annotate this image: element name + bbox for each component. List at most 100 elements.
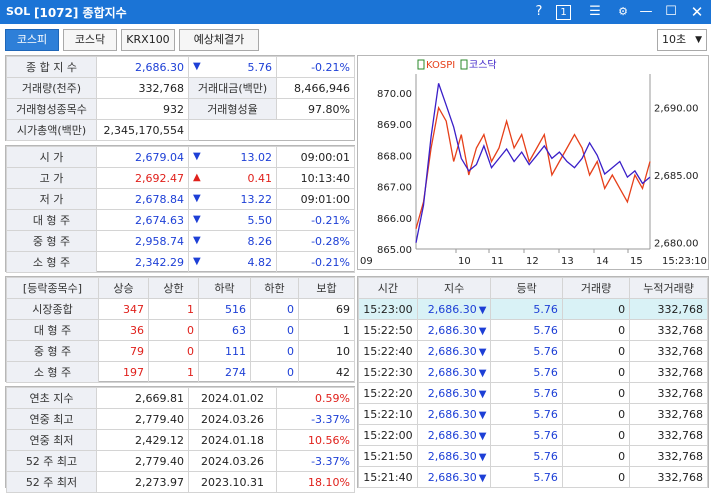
market-cap-label: 시가총액(백만) xyxy=(6,119,97,141)
price-time: 09:01:00 xyxy=(276,188,355,210)
breadth-header: 하락 xyxy=(198,277,251,299)
price-change: ▼ 4.82 xyxy=(188,251,277,273)
intraday-chart[interactable]: 870.00 869.00 868.00 867.00 866.00 865.00 2,69… xyxy=(357,55,709,270)
tick-cell: 5.76 xyxy=(490,361,563,383)
down-triangle-icon: ▼ xyxy=(193,192,201,204)
tick-cell: 0 xyxy=(561,424,631,446)
tick-cell: 15:21:50 xyxy=(358,445,418,467)
legend-swatch-icon xyxy=(417,59,425,70)
price-row: 소 형 주 2,342.29 ▼ 4.82 -0.21% xyxy=(6,251,355,273)
yearly-value: 2,779.40 xyxy=(96,450,189,472)
tick-cell: 332,768 xyxy=(629,445,708,467)
interval-select[interactable]: 10초 ▼ xyxy=(657,29,707,51)
tick-cell: 332,768 xyxy=(629,340,708,362)
down-triangle-icon: ▼ xyxy=(478,472,487,484)
yearly-pct: -3.37% xyxy=(276,408,355,430)
chart-time-label: 15:23:10 xyxy=(662,256,707,267)
price-change: ▼ 8.26 xyxy=(188,230,277,252)
volume-label: 거래량(천주) xyxy=(6,77,97,99)
left-tick-label: 870.00 xyxy=(377,89,412,100)
tick-cell: 15:22:40 xyxy=(358,340,418,362)
traded-issues-label: 거래형성종목수 xyxy=(6,98,97,120)
tick-cell: 15:22:20 xyxy=(358,382,418,404)
tick-index: 2,686.30 xyxy=(427,302,477,316)
breadth-cell: 42 xyxy=(298,361,355,383)
breadth-cell: 0 xyxy=(148,340,199,362)
yearly-date: 2024.03.26 xyxy=(188,408,277,430)
price-value: 2,342.29 xyxy=(96,251,189,273)
minimize-icon[interactable]: — xyxy=(637,3,655,21)
price-row: 저 가 2,678.84 ▼ 13.22 09:01:00 xyxy=(6,188,355,210)
price-label: 시 가 xyxy=(6,146,97,168)
volume-row: 거래량(천주) 332,768 거래대금(백만) 8,466,946 xyxy=(6,77,355,99)
chart-svg: 870.00 869.00 868.00 867.00 866.00 865.00 2,69… xyxy=(360,59,707,267)
change-value: 13.02 xyxy=(240,150,273,164)
breadth-cell: 347 xyxy=(98,298,149,320)
price-time: 09:00:01 xyxy=(276,146,355,168)
yearly-row: 연중 최고 2,779.40 2024.03.26 -3.37% xyxy=(6,408,355,430)
down-triangle-icon: ▼ xyxy=(478,388,487,400)
tick-row[interactable]: 15:22:50 2,686.30 ▼ 5.76 0 332,768 xyxy=(358,319,708,341)
tick-cell: 5.76 xyxy=(490,466,563,488)
tick-cell: 0 xyxy=(561,466,631,488)
tick-cell: 0 xyxy=(561,445,631,467)
settings-icon[interactable]: ⚙ xyxy=(614,3,632,21)
help-icon[interactable]: ? xyxy=(530,3,548,21)
x-tick-label: 15 xyxy=(630,256,643,267)
tab-kosdaq[interactable]: 코스닥 xyxy=(63,29,117,51)
price-pct: -0.28% xyxy=(276,230,355,252)
tick-cell: 5.76 xyxy=(490,424,563,446)
tick-row[interactable]: 15:23:00 2,686.30 ▼ 5.76 0 332,768 xyxy=(358,298,708,320)
price-change: ▼ 13.02 xyxy=(188,146,277,168)
tab-expected-price[interactable]: 예상체결가 xyxy=(179,29,259,51)
price-time: 10:13:40 xyxy=(276,167,355,189)
price-label: 대 형 주 xyxy=(6,209,97,231)
tick-row[interactable]: 15:21:40 2,686.30 ▼ 5.76 0 332,768 xyxy=(358,466,708,488)
legend-label[interactable]: 코스닥 xyxy=(469,59,497,71)
breadth-header: 하한 xyxy=(250,277,299,299)
change-value: 5.50 xyxy=(247,213,273,227)
breadth-cell: 63 xyxy=(198,319,251,341)
tick-index: 2,686.30 xyxy=(427,386,477,400)
tick-cell: 15:22:00 xyxy=(358,424,418,446)
series-line-kospi xyxy=(415,105,651,229)
tick-row[interactable]: 15:22:40 2,686.30 ▼ 5.76 0 332,768 xyxy=(358,340,708,362)
menu-icon[interactable]: ☰ xyxy=(586,3,604,21)
maximize-icon[interactable]: ☐ xyxy=(662,3,680,21)
tick-cell: 2,686.30 ▼ xyxy=(416,403,492,425)
tick-header: 누적거래량 xyxy=(629,277,708,299)
tick-row[interactable]: 15:22:10 2,686.30 ▼ 5.76 0 332,768 xyxy=(358,403,708,425)
window-number-icon[interactable]: 1 xyxy=(556,5,571,20)
tick-row[interactable]: 15:21:50 2,686.30 ▼ 5.76 0 332,768 xyxy=(358,445,708,467)
yearly-value: 2,273.97 xyxy=(96,471,189,493)
tick-header: 시간 xyxy=(358,277,418,299)
price-change: ▼ 5.50 xyxy=(188,209,277,231)
tick-cell: 15:21:40 xyxy=(358,466,418,488)
tick-row[interactable]: 15:22:30 2,686.30 ▼ 5.76 0 332,768 xyxy=(358,361,708,383)
tick-header: 등락 xyxy=(490,277,563,299)
advance-decline-panel: [등락종목수] 상승 상한 하락 하한 보합 시장종합 347 1 516 0 69 대 형 주 36 0… xyxy=(5,276,355,383)
yearly-date: 2023.10.31 xyxy=(188,471,277,493)
x-tick-label: 10 xyxy=(458,256,471,267)
tick-row[interactable]: 15:22:00 2,686.30 ▼ 5.76 0 332,768 xyxy=(358,424,708,446)
legend-label[interactable]: KOSPI xyxy=(426,60,455,71)
tick-cell: 5.76 xyxy=(490,340,563,362)
up-triangle-icon: ▲ xyxy=(193,171,201,183)
yearly-stats-panel: 연초 지수 2,669.81 2024.01.02 0.59% 연중 최고 2,779.4… xyxy=(5,386,355,493)
tab-krx100[interactable]: KRX100 xyxy=(121,29,175,51)
down-triangle-icon: ▼ xyxy=(478,451,487,463)
close-icon[interactable]: ✕ xyxy=(688,3,706,21)
app-logo: SOL xyxy=(6,5,31,18)
tick-cell: 15:23:00 xyxy=(358,298,418,320)
yearly-label: 연초 지수 xyxy=(6,387,97,409)
breadth-label: 중 형 주 xyxy=(6,340,99,362)
composite-index-value: 2,686.30 xyxy=(96,56,189,78)
yearly-row: 52 주 최고 2,779.40 2024.03.26 -3.37% xyxy=(6,450,355,472)
tick-cell: 15:22:30 xyxy=(358,361,418,383)
tab-kospi[interactable]: 코스피 xyxy=(5,29,59,51)
tick-row[interactable]: 15:22:20 2,686.30 ▼ 5.76 0 332,768 xyxy=(358,382,708,404)
x-tick-label: 13 xyxy=(561,256,574,267)
chevron-down-icon: ▼ xyxy=(695,35,702,45)
traded-issues-row: 거래형성종목수 932 거래형성율 97.80% xyxy=(6,98,355,120)
yearly-label: 연중 최고 xyxy=(6,408,97,430)
